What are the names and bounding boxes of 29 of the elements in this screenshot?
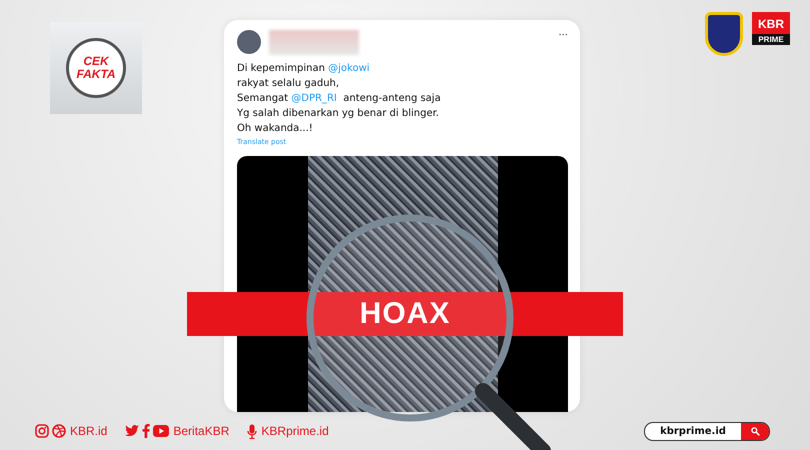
facebook-icon[interactable] xyxy=(142,424,150,438)
tweet-text: Di kepemimpinan xyxy=(237,63,326,74)
tweet-text: anteng-anteng saja xyxy=(342,93,441,104)
search-icon xyxy=(750,426,760,436)
ball-icon[interactable] xyxy=(52,424,66,438)
search-button[interactable] xyxy=(741,422,769,440)
play-icon[interactable] xyxy=(153,425,170,437)
shield-logo xyxy=(705,12,743,56)
tweet-text: Semangat xyxy=(237,93,290,104)
tweet-text: rakyat selalu gaduh, xyxy=(237,78,340,89)
more-menu-button[interactable]: ··· xyxy=(558,30,568,41)
mention-link[interactable]: @DPR_RI xyxy=(291,93,337,104)
logo-text: CEK xyxy=(83,55,109,68)
bird-icon[interactable] xyxy=(125,425,140,437)
tweet-text: Oh wakanda...! xyxy=(237,123,313,134)
url-text: kbrprime.id xyxy=(659,426,727,436)
microphone-icon[interactable] xyxy=(247,424,258,438)
social-handle: KBRprime.id xyxy=(261,424,329,438)
instagram-icon[interactable] xyxy=(35,424,49,438)
brand-logo-text: PRIME xyxy=(752,34,790,45)
logo-text: FAKTA xyxy=(76,68,116,81)
tweet-text: Yg salah dibenarkan yg benar di blinger. xyxy=(237,108,439,119)
url-field[interactable]: kbrprime.id xyxy=(644,422,770,440)
avatar xyxy=(237,30,261,54)
mention-link[interactable]: @jokowi xyxy=(328,63,370,74)
verdict-label: HOAX xyxy=(360,297,450,331)
social-handle: KBR.id xyxy=(70,424,108,438)
brand-logo-text: KBR xyxy=(752,12,790,34)
social-handle: BeritaKBR xyxy=(173,424,230,438)
